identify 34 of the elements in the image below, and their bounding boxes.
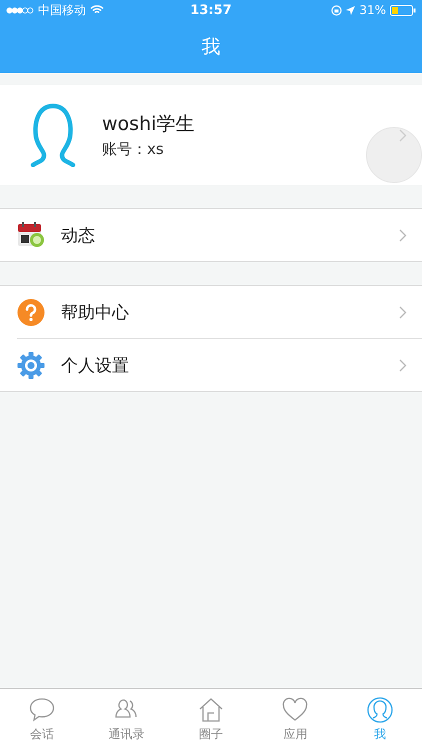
menu-item[interactable]: 帮助中心: [0, 286, 422, 338]
person-silhouette-icon: [28, 103, 78, 167]
heart-icon: [282, 696, 308, 722]
menu-label: 帮助中心: [61, 302, 130, 324]
page-title: 我: [202, 34, 220, 60]
chevron-icon: [399, 358, 407, 372]
carrier-name: 中国移动: [38, 2, 86, 18]
gear-icon: [17, 352, 45, 378]
battery-icon: [390, 4, 416, 16]
battery-percent: 31%: [359, 3, 386, 17]
speech-bubble-icon: [29, 696, 56, 722]
location-icon: [346, 6, 356, 14]
tab[interactable]: 通讯录: [84, 689, 169, 750]
house-icon: [198, 696, 224, 722]
calendar-icon: [17, 222, 45, 248]
tab[interactable]: 我: [338, 689, 422, 750]
chevron-icon: [399, 306, 407, 318]
menu-label: 动态: [61, 224, 96, 246]
signal-icon: [6, 6, 34, 14]
tab[interactable]: 圈子: [168, 689, 254, 750]
help-icon: [17, 298, 45, 326]
wifi-icon: [90, 5, 104, 15]
status-time: 13:57: [190, 2, 232, 18]
tab[interactable]: 会话: [0, 689, 84, 750]
person-icon: [366, 696, 393, 722]
menu-label: 个人设置: [61, 354, 130, 376]
profile-card[interactable]: woshi学生 账号：xs: [0, 85, 422, 185]
user-name: woshi学生: [102, 112, 196, 137]
chevron-icon: [399, 228, 407, 242]
rotation-lock-icon: [331, 4, 342, 16]
menu-item[interactable]: 个人设置: [17, 338, 422, 391]
account-id: 账号：xs: [102, 140, 165, 159]
menu-item[interactable]: 动态: [0, 209, 422, 261]
tab[interactable]: 应用: [253, 689, 338, 750]
